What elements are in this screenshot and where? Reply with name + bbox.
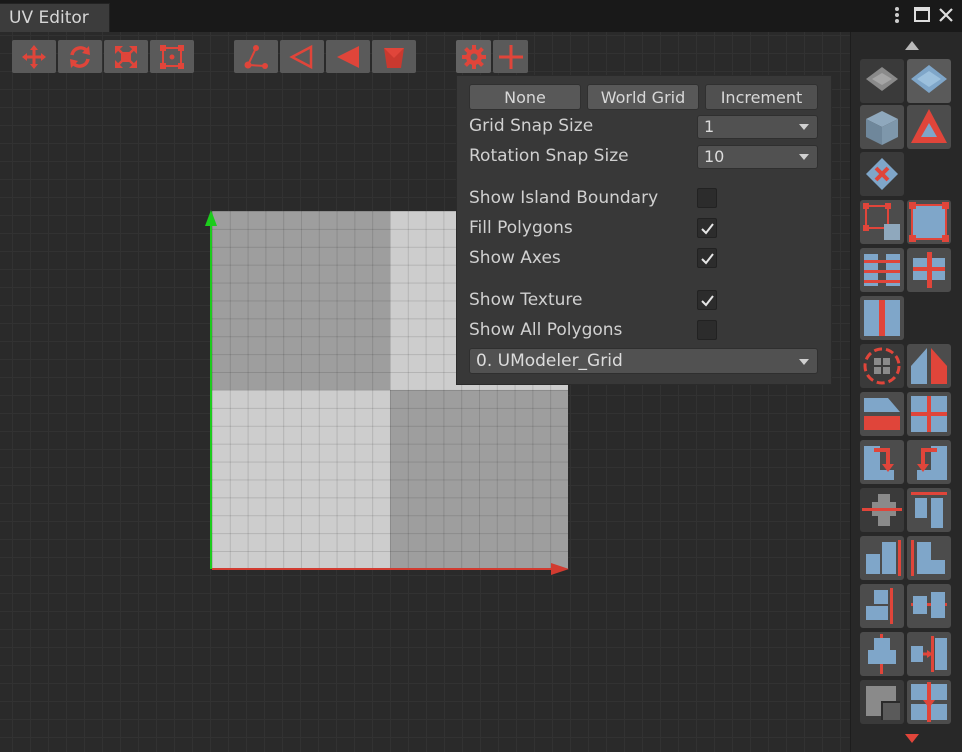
uv-cube-icon[interactable] bbox=[860, 105, 904, 149]
scroll-down-icon[interactable] bbox=[905, 734, 919, 743]
uv-quad-top-left bbox=[212, 211, 390, 390]
uv-triangle-icon[interactable] bbox=[907, 105, 951, 149]
settings-icon[interactable] bbox=[456, 40, 491, 73]
close-icon[interactable] bbox=[935, 4, 957, 26]
u-axis-arrow-icon bbox=[551, 563, 569, 575]
pivot-icon[interactable] bbox=[493, 40, 528, 73]
chevron-down-icon bbox=[799, 124, 809, 130]
fill-polygons-label: Fill Polygons bbox=[469, 218, 573, 238]
uv-align-center-h-icon[interactable] bbox=[860, 488, 904, 532]
uv-cross-icon[interactable] bbox=[907, 392, 951, 436]
show-island-boundary-checkbox[interactable] bbox=[697, 188, 717, 208]
uv-split-icon[interactable] bbox=[907, 248, 951, 292]
show-island-boundary-label: Show Island Boundary bbox=[469, 188, 659, 208]
uv-quad-bottom-right bbox=[390, 390, 568, 569]
snap-mode-increment[interactable]: Increment bbox=[705, 84, 818, 110]
rotation-snap-dropdown[interactable]: 10 bbox=[697, 145, 818, 169]
uv-distribute-icon[interactable] bbox=[907, 632, 951, 676]
uv-align-middle-icon[interactable] bbox=[907, 584, 951, 628]
show-axes-checkbox[interactable] bbox=[697, 248, 717, 268]
checkmark-icon bbox=[701, 253, 714, 265]
transform-toolbar bbox=[12, 40, 194, 73]
uv-align-left-icon[interactable] bbox=[907, 536, 951, 580]
snap-mode-world-grid[interactable]: World Grid bbox=[587, 84, 699, 110]
uv-fit-icon[interactable] bbox=[907, 200, 951, 244]
uv-move-down-right-icon[interactable] bbox=[907, 440, 951, 484]
uv-quad-bottom-left bbox=[212, 390, 390, 569]
uv-snap-corner-icon[interactable] bbox=[860, 680, 904, 724]
settings-toolbar bbox=[456, 40, 528, 73]
uv-align-center-v-icon[interactable] bbox=[860, 632, 904, 676]
scale-icon[interactable] bbox=[104, 40, 148, 73]
rotation-snap-value: 10 bbox=[704, 147, 725, 166]
uv-plane-icon[interactable] bbox=[860, 59, 904, 103]
show-all-polygons-label: Show All Polygons bbox=[469, 320, 623, 340]
chevron-down-icon bbox=[799, 154, 809, 160]
uv-align-right-icon[interactable] bbox=[860, 584, 904, 628]
grid-snap-value: 1 bbox=[704, 117, 715, 136]
show-all-polygons-checkbox[interactable] bbox=[697, 320, 717, 340]
select-mode-toolbar bbox=[234, 40, 416, 73]
v-axis bbox=[210, 214, 212, 569]
uv-snap-center-icon[interactable] bbox=[907, 680, 951, 724]
show-texture-label: Show Texture bbox=[469, 290, 583, 310]
uv-rotate-icon[interactable] bbox=[860, 344, 904, 388]
texture-value: 0. UModeler_Grid bbox=[476, 351, 623, 371]
edge-select-icon[interactable] bbox=[280, 40, 324, 73]
rotation-snap-label: Rotation Snap Size bbox=[469, 146, 629, 166]
uv-flip-icon[interactable] bbox=[907, 344, 951, 388]
v-axis-arrow-icon bbox=[205, 210, 217, 226]
chevron-down-icon bbox=[799, 359, 809, 365]
uv-bounds-icon[interactable] bbox=[860, 200, 904, 244]
uv-align-top-icon[interactable] bbox=[907, 488, 951, 532]
maximize-icon[interactable] bbox=[911, 4, 933, 26]
uv-plane-selected-icon[interactable] bbox=[907, 59, 951, 103]
snap-mode-none[interactable]: None bbox=[469, 84, 581, 110]
face-select-icon[interactable] bbox=[326, 40, 370, 73]
rotate-icon[interactable] bbox=[58, 40, 102, 73]
object-select-icon[interactable] bbox=[372, 40, 416, 73]
uv-move-down-left-icon[interactable] bbox=[860, 440, 904, 484]
title-bar: UV Editor bbox=[0, 0, 962, 32]
move-icon[interactable] bbox=[12, 40, 56, 73]
checkmark-icon bbox=[701, 223, 714, 235]
grid-snap-dropdown[interactable]: 1 bbox=[697, 115, 818, 139]
show-axes-label: Show Axes bbox=[469, 248, 561, 268]
uv-stack-icon[interactable] bbox=[860, 248, 904, 292]
uv-delete-icon[interactable] bbox=[860, 152, 904, 196]
vertex-select-icon[interactable] bbox=[234, 40, 278, 73]
kebab-menu-icon[interactable] bbox=[886, 4, 908, 26]
snap-settings-panel: None World Grid Increment Grid Snap Size… bbox=[457, 76, 831, 384]
uv-mirror-icon[interactable] bbox=[860, 296, 904, 340]
show-texture-checkbox[interactable] bbox=[697, 290, 717, 310]
texture-dropdown[interactable]: 0. UModeler_Grid bbox=[469, 348, 818, 374]
scroll-up-icon[interactable] bbox=[905, 41, 919, 50]
rect-transform-icon[interactable] bbox=[150, 40, 194, 73]
u-axis bbox=[212, 568, 558, 570]
uv-cut-icon[interactable] bbox=[860, 392, 904, 436]
tab-uv-editor[interactable]: UV Editor bbox=[0, 3, 110, 32]
checkmark-icon bbox=[701, 295, 714, 307]
grid-snap-label: Grid Snap Size bbox=[469, 116, 594, 136]
fill-polygons-checkbox[interactable] bbox=[697, 218, 717, 238]
uv-align-bottom-icon[interactable] bbox=[860, 536, 904, 580]
